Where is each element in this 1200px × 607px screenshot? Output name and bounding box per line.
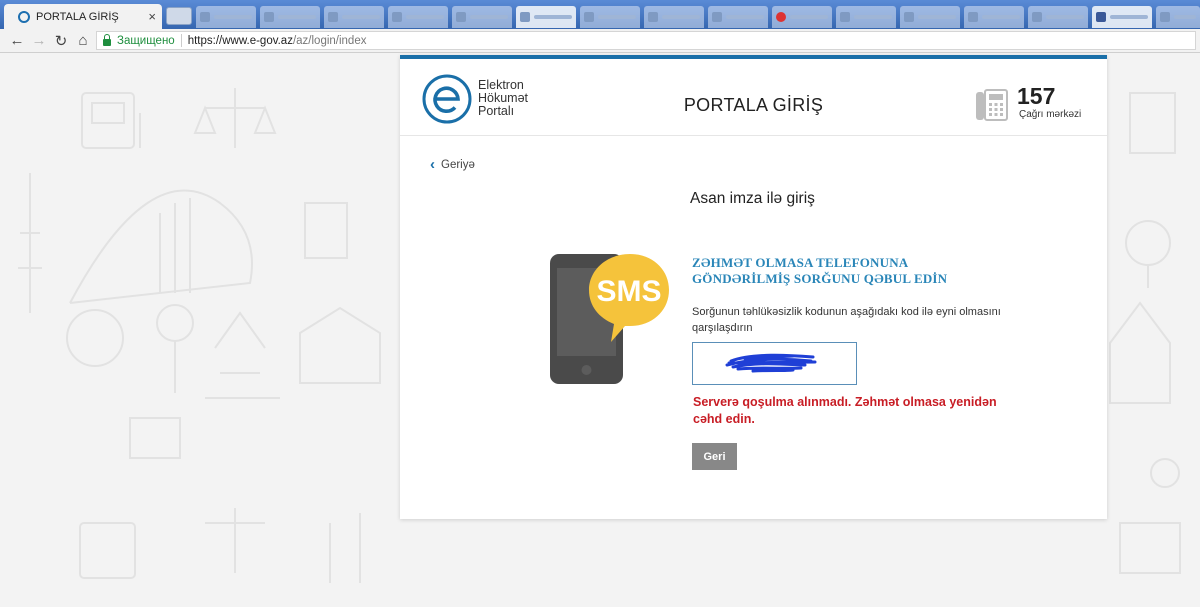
browser-tab[interactable]: [1156, 6, 1200, 28]
favicon-icon: [584, 12, 594, 22]
favicon-icon: [200, 12, 210, 22]
favicon-icon: [328, 12, 338, 22]
reload-icon[interactable]: ↻: [50, 32, 72, 50]
forward-arrow-icon[interactable]: →: [28, 32, 50, 49]
instruction-heading: ZƏHMƏT OLMASA TELEFONUNA GÖNDƏRİLMİŞ SOR…: [692, 255, 948, 286]
browser-tab[interactable]: [388, 6, 448, 28]
favicon-icon: [264, 12, 274, 22]
login-card: Elektron Hökumət Portalı PORTALA GİRİŞ 1…: [400, 55, 1107, 519]
favicon-icon: [648, 12, 658, 22]
favicon-icon: [712, 12, 722, 22]
browser-tab-active[interactable]: PORTALA GİRİŞ ×: [4, 4, 162, 29]
back-arrow-icon[interactable]: ←: [6, 32, 28, 49]
browser-tab[interactable]: [516, 6, 576, 28]
back-link[interactable]: ‹ Geriyə: [430, 156, 475, 173]
phone-icon: [976, 89, 1008, 121]
browser-tab[interactable]: [1028, 6, 1088, 28]
lock-icon: [103, 34, 111, 46]
browser-tabstrip: PORTALA GİRİŞ ×: [0, 0, 1200, 29]
browser-tab[interactable]: [900, 6, 960, 28]
browser-tab[interactable]: [772, 6, 832, 28]
redacted-code-scribble: [725, 353, 817, 373]
browser-toolbar: ← → ↻ ⌂ Защищено https://www.e-gov.az/az…: [0, 29, 1200, 53]
favicon-icon: [968, 12, 978, 22]
hotline-number: 157: [1017, 83, 1056, 109]
security-code-box: [692, 342, 857, 385]
back-link-label: Geriyə: [441, 159, 475, 171]
favicon-icon: [776, 12, 786, 22]
favicon-icon: [904, 12, 914, 22]
hotline-label: Çağrı mərkəzi: [1019, 109, 1082, 120]
geri-button[interactable]: Geri: [692, 443, 737, 470]
sms-label: SMS: [596, 275, 661, 308]
browser-tab[interactable]: [580, 6, 640, 28]
sms-phone-icon: SMS: [550, 254, 669, 384]
card-header: Elektron Hökumət Portalı PORTALA GİRİŞ 1…: [400, 59, 1107, 136]
section-title: Asan imza ilə giriş: [690, 190, 815, 207]
instruction-text: Sorğunun təhlükəsizlik kodunun aşağıdakı…: [692, 306, 1001, 334]
browser-tab[interactable]: [260, 6, 320, 28]
browser-tab[interactable]: [1092, 6, 1152, 28]
chevron-left-icon: ‹: [430, 156, 435, 173]
url-host: https://www.e-gov.az: [187, 34, 293, 47]
browser-tab[interactable]: [708, 6, 768, 28]
favicon-icon: [1160, 12, 1170, 22]
browser-tab[interactable]: [964, 6, 1024, 28]
browser-tab[interactable]: [452, 6, 512, 28]
error-message: Serverə qoşulma alınmadı. Zəhmət olmasa …: [693, 395, 997, 426]
new-tab-button[interactable]: [166, 7, 192, 25]
url-path: /az/login/index: [292, 34, 367, 47]
favicon-icon: [840, 12, 850, 22]
address-bar[interactable]: Защищено https://www.e-gov.az/az/login/i…: [96, 31, 1196, 50]
favicon-icon: [1032, 12, 1042, 22]
home-icon[interactable]: ⌂: [72, 32, 94, 49]
secure-label: Защищено: [117, 34, 175, 47]
favicon-icon: [456, 12, 466, 22]
favicon-icon: [392, 12, 402, 22]
browser-tab[interactable]: [836, 6, 896, 28]
e-gov-favicon-icon: [18, 10, 30, 23]
browser-tab[interactable]: [196, 6, 256, 28]
browser-tab[interactable]: [644, 6, 704, 28]
tab-close-icon[interactable]: ×: [148, 9, 156, 24]
favicon-icon: [1096, 12, 1106, 22]
favicon-icon: [520, 12, 530, 22]
browser-tab[interactable]: [324, 6, 384, 28]
tab-title: PORTALA GİRİŞ: [36, 10, 119, 23]
